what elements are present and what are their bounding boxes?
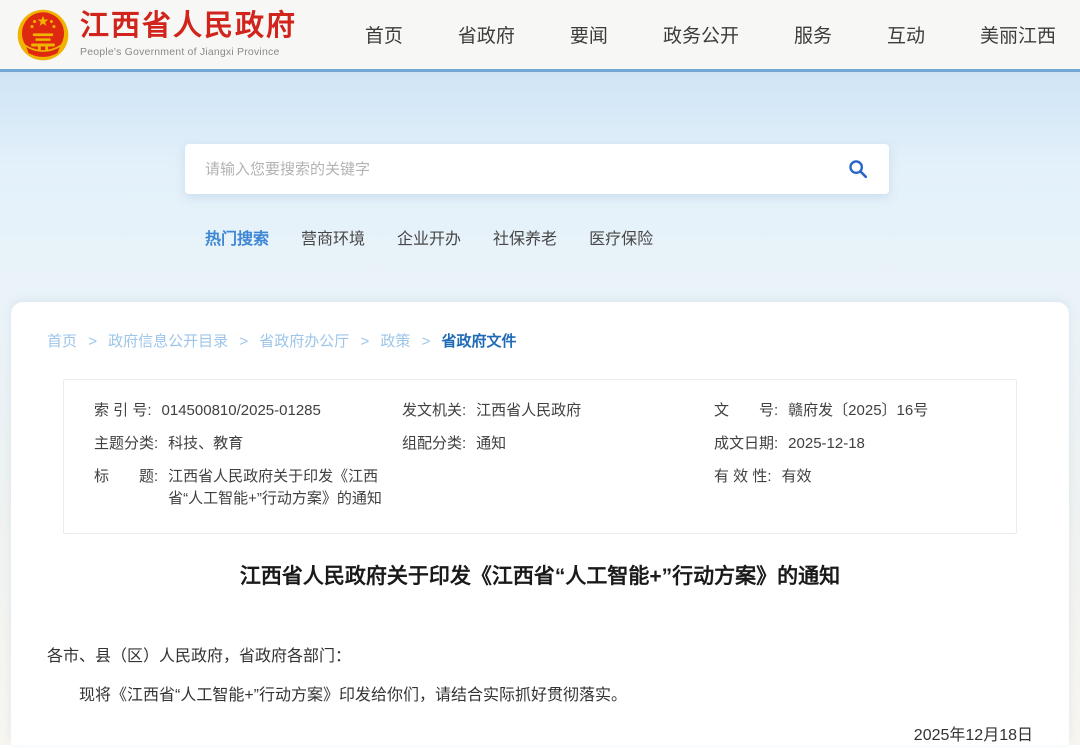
breadcrumb-policy[interactable]: 政策	[380, 333, 410, 350]
hero-search-section: 热门搜索 营商环境 企业开办 社保养老 医疗保险	[0, 72, 1080, 302]
main-nav: 首页 省政府 要闻 政务公开 服务 互动 美丽江西	[365, 21, 1056, 48]
meta-issuing-agency: 发文机关: 江西省人民政府	[402, 400, 714, 422]
breadcrumb: 首页 > 政府信息公开目录 > 省政府办公厅 > 政策 > 省政府文件	[47, 330, 1033, 351]
meta-label: 组配分类:	[402, 433, 466, 455]
site-title: 江西省人民政府	[80, 11, 297, 43]
meta-validity: 有 效 性: 有效	[714, 466, 986, 488]
meta-value: 有效	[782, 466, 812, 488]
hot-search-item-medical-insurance[interactable]: 医疗保险	[589, 225, 653, 249]
meta-column-1: 索 引 号: 014500810/2025-01285 主题分类: 科技、教育 …	[94, 400, 402, 521]
document-date: 2025年12月18日	[47, 723, 1033, 748]
meta-label: 有 效 性:	[714, 466, 772, 488]
meta-label: 主题分类:	[94, 433, 158, 455]
nav-government-affairs[interactable]: 政务公开	[663, 21, 739, 48]
document-body: 各市、县（区）人民政府，省政府各部门： 现将《江西省“人工智能+”行动方案》印发…	[47, 644, 1033, 748]
content-card: 首页 > 政府信息公开目录 > 省政府办公厅 > 政策 > 省政府文件 索 引 …	[11, 302, 1069, 745]
hot-search-item-business-environment[interactable]: 营商环境	[301, 225, 365, 249]
document-paragraph: 现将《江西省“人工智能+”行动方案》印发给你们，请结合实际抓好贯彻落实。	[47, 683, 1033, 709]
meta-index-number: 索 引 号: 014500810/2025-01285	[94, 400, 402, 422]
nav-news[interactable]: 要闻	[570, 21, 608, 48]
nav-services[interactable]: 服务	[794, 21, 832, 48]
meta-title: 标 题: 江西省人民政府关于印发《江西省“人工智能+”行动方案》的通知	[94, 466, 402, 510]
site-header: 江西省人民政府 People's Government of Jiangxi P…	[0, 0, 1080, 72]
search-button[interactable]	[843, 154, 873, 184]
meta-label: 文 号:	[714, 400, 778, 422]
meta-column-2: 发文机关: 江西省人民政府 组配分类: 通知	[402, 400, 714, 521]
nav-beautiful-jiangxi[interactable]: 美丽江西	[980, 21, 1056, 48]
meta-topic-category: 主题分类: 科技、教育	[94, 433, 402, 455]
meta-group-category: 组配分类: 通知	[402, 433, 714, 455]
doc-meta-table: 索 引 号: 014500810/2025-01285 主题分类: 科技、教育 …	[63, 379, 1017, 534]
meta-label: 发文机关:	[402, 400, 466, 422]
search-icon	[847, 158, 869, 180]
breadcrumb-separator: >	[88, 333, 97, 350]
national-emblem-icon	[16, 8, 70, 62]
breadcrumb-separator: >	[422, 333, 431, 350]
nav-interaction[interactable]: 互动	[887, 21, 925, 48]
breadcrumb-separator: >	[360, 333, 369, 350]
meta-value: 江西省人民政府关于印发《江西省“人工智能+”行动方案》的通知	[168, 466, 402, 510]
meta-value: 科技、教育	[168, 433, 243, 455]
search-input[interactable]	[205, 161, 843, 178]
meta-value: 赣府发〔2025〕16号	[788, 400, 928, 422]
breadcrumb-info-directory[interactable]: 政府信息公开目录	[108, 333, 228, 350]
hot-search-item-social-security[interactable]: 社保养老	[493, 225, 557, 249]
meta-column-3: 文 号: 赣府发〔2025〕16号 成文日期: 2025-12-18 有 效 性…	[714, 400, 986, 521]
site-subtitle: People's Government of Jiangxi Province	[80, 46, 297, 58]
breadcrumb-separator: >	[239, 333, 248, 350]
meta-value: 014500810/2025-01285	[162, 400, 321, 422]
document-salutation: 各市、县（区）人民政府，省政府各部门：	[47, 644, 1033, 670]
hot-search-row: 热门搜索 营商环境 企业开办 社保养老 医疗保险	[205, 225, 1080, 249]
meta-value: 2025-12-18	[788, 433, 865, 455]
nav-provincial-government[interactable]: 省政府	[458, 21, 515, 48]
breadcrumb-current: 省政府文件	[442, 333, 517, 350]
meta-value: 通知	[476, 433, 506, 455]
search-bar	[185, 144, 889, 194]
nav-home[interactable]: 首页	[365, 21, 403, 48]
document-title: 江西省人民政府关于印发《江西省“人工智能+”行动方案》的通知	[47, 560, 1033, 590]
meta-label: 标 题:	[94, 466, 158, 488]
breadcrumb-home[interactable]: 首页	[47, 333, 77, 350]
meta-document-number: 文 号: 赣府发〔2025〕16号	[714, 400, 986, 422]
meta-issue-date: 成文日期: 2025-12-18	[714, 433, 986, 455]
hot-search-item-enterprise-registration[interactable]: 企业开办	[397, 225, 461, 249]
page-body: 热门搜索 营商环境 企业开办 社保养老 医疗保险 首页 > 政府信息公开目录 >…	[0, 72, 1080, 745]
breadcrumb-general-office[interactable]: 省政府办公厅	[259, 333, 349, 350]
hot-search-label[interactable]: 热门搜索	[205, 225, 269, 249]
meta-label: 索 引 号:	[94, 400, 152, 422]
meta-value: 江西省人民政府	[476, 400, 581, 422]
meta-label: 成文日期:	[714, 433, 778, 455]
site-logo[interactable]: 江西省人民政府 People's Government of Jiangxi P…	[16, 8, 297, 62]
